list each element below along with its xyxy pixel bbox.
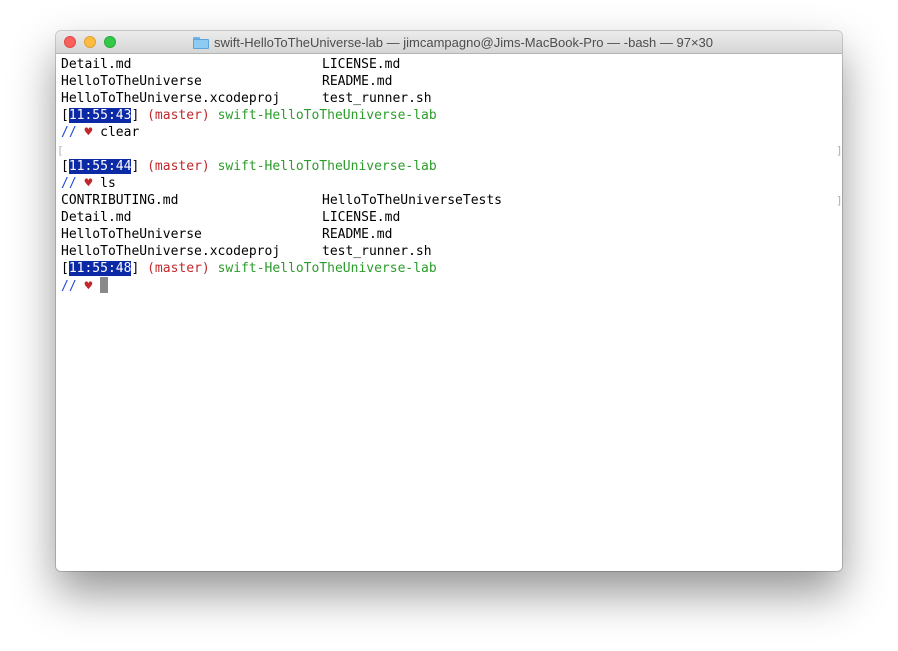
file-name: test_runner.sh	[322, 244, 432, 259]
listing-row: HelloToTheUniverse.xcodeproj test_runner.…	[61, 90, 432, 107]
bracket: [	[61, 108, 69, 123]
file-name: README.md	[322, 74, 393, 89]
folder-icon	[192, 36, 209, 49]
heart-icon: ♥	[84, 125, 93, 140]
prompt-line: [11:55:48] (master) swift-HelloToTheUniv…	[61, 260, 437, 277]
file-name: Detail.md	[61, 57, 132, 72]
listing-row: CONTRIBUTING.md HelloToTheUniverseTests	[61, 192, 502, 209]
listing-row: HelloToTheUniverse README.md	[61, 226, 392, 243]
git-branch: (master)	[147, 159, 210, 174]
file-name: README.md	[322, 227, 393, 242]
git-branch: (master)	[147, 108, 210, 123]
listing-row: HelloToTheUniverse README.md	[61, 73, 392, 90]
current-directory: swift-HelloToTheUniverse-lab	[217, 108, 437, 123]
command-line: // ♥ clear	[61, 124, 139, 141]
current-directory: swift-HelloToTheUniverse-lab	[217, 159, 437, 174]
window-title: swift-HelloToTheUniverse-lab — jimcampag…	[213, 35, 714, 50]
prompt-slashes: //	[61, 125, 77, 140]
active-input-line[interactable]: // ♥	[61, 277, 109, 294]
bracket: ]	[131, 159, 140, 174]
bracket: [	[61, 159, 69, 174]
listing-row: HelloToTheUniverse.xcodeproj test_runner.…	[61, 243, 432, 260]
file-name: Detail.md	[61, 210, 132, 225]
prompt-time: 11:55:43	[68, 108, 132, 123]
file-name: HelloToTheUniverseTests	[322, 193, 503, 208]
bracket: ]	[131, 261, 140, 276]
file-name: LICENSE.md	[322, 210, 401, 225]
heart-icon: ♥	[84, 176, 93, 191]
terminal-output[interactable]: Detail.md LICENSE.md HelloToTheUniverse RE…	[56, 55, 842, 571]
file-name: HelloToTheUniverse.xcodeproj	[61, 244, 281, 259]
file-name: HelloToTheUniverse.xcodeproj	[61, 91, 281, 106]
file-name: LICENSE.md	[322, 57, 401, 72]
prompt-time: 11:55:44	[68, 159, 132, 174]
prompt-line: [11:55:43] (master) swift-HelloToTheUniv…	[61, 107, 437, 124]
listing-row: Detail.md LICENSE.md	[61, 209, 400, 226]
prompt-line: [11:55:44] (master) swift-HelloToTheUniv…	[61, 158, 437, 175]
bracket: ]	[131, 108, 140, 123]
git-branch: (master)	[147, 261, 210, 276]
file-name: CONTRIBUTING.md	[61, 193, 179, 208]
title-bar[interactable]: swift-HelloToTheUniverse-lab — jimcampag…	[56, 31, 842, 54]
mark-bracket-left: [	[57, 144, 64, 157]
bracket: [	[61, 261, 69, 276]
terminal-window: swift-HelloToTheUniverse-lab — jimcampag…	[56, 31, 842, 571]
file-name: test_runner.sh	[322, 91, 432, 106]
heart-icon: ♥	[84, 279, 93, 294]
listing-row: Detail.md LICENSE.md	[61, 56, 400, 73]
prompt-time: 11:55:48	[68, 261, 132, 276]
command-text: clear	[100, 125, 140, 140]
window-title-group: swift-HelloToTheUniverse-lab — jimcampag…	[56, 31, 842, 54]
current-directory: swift-HelloToTheUniverse-lab	[217, 261, 437, 276]
mark-bracket-right: ]	[836, 144, 842, 157]
mark-bracket-right: ]	[836, 194, 842, 207]
command-text: ls	[100, 176, 116, 191]
prompt-slashes: //	[61, 176, 77, 191]
prompt-slashes: //	[61, 279, 77, 294]
text-cursor	[100, 277, 109, 293]
file-name: HelloToTheUniverse	[61, 74, 202, 89]
file-name: HelloToTheUniverse	[61, 227, 202, 242]
command-line: // ♥ ls	[61, 175, 116, 192]
